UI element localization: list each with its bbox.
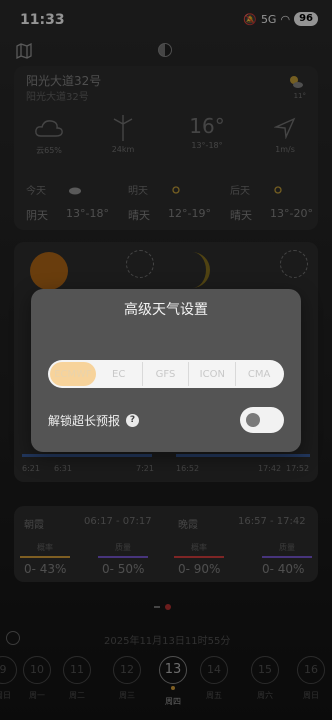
advanced-weather-settings-dialog: 高级天气设置 ECMWF EC GFS ICON CMA 解锁超长预报 ? [31,289,301,452]
toggle-knob [246,413,260,427]
unlock-label: 解锁超长预报 [48,414,121,428]
segment-icon[interactable]: ICON [189,362,237,386]
segment-gfs[interactable]: GFS [143,362,190,386]
help-icon[interactable]: ? [126,414,140,427]
model-segmented-control[interactable]: ECMWF EC GFS ICON CMA [48,360,284,388]
segment-cma[interactable]: CMA [236,362,282,386]
dialog-title: 高级天气设置 [124,302,208,318]
unlock-toggle[interactable] [240,407,284,433]
segment-ec[interactable]: EC [96,362,143,386]
segment-ecmwf[interactable]: ECMWF [50,362,96,386]
unlock-row: 解锁超长预报 ? [48,412,140,429]
